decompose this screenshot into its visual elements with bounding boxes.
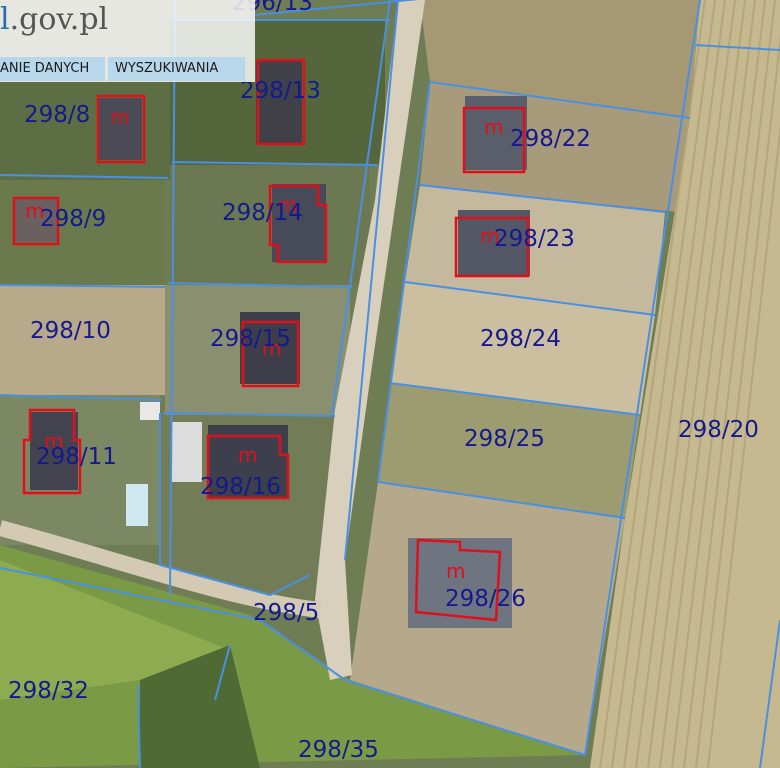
building-letter: m — [446, 559, 465, 583]
parcel-label-298-26[interactable]: 298/26 — [445, 586, 526, 612]
map-viewer[interactable]: m m m m m m m m m 296/13 298/13 298/8 29… — [0, 0, 780, 768]
parcel-label-298-23[interactable]: 298/23 — [494, 226, 575, 252]
parcel-label-298-11[interactable]: 298/11 — [36, 444, 117, 470]
parcel-label-298-15[interactable]: 298/15 — [210, 326, 291, 352]
parcel-label-298-22[interactable]: 298/22 — [510, 126, 591, 152]
building-letter: m — [238, 443, 257, 467]
parcel-label-298-5[interactable]: 298/5 — [253, 600, 319, 626]
building-letter: m — [484, 115, 503, 139]
portal-header: l.gov.pl ANIE DANYCH WYSZUKIWANIA — [0, 0, 255, 82]
parcel-label-298-35[interactable]: 298/35 — [298, 737, 379, 763]
parcel-label-298-24[interactable]: 298/24 — [480, 326, 561, 352]
parcel-label-298-20[interactable]: 298/20 — [678, 417, 759, 443]
tab-search[interactable]: WYSZUKIWANIA — [108, 57, 245, 81]
parcel-label-298-16[interactable]: 298/16 — [200, 474, 281, 500]
portal-logo[interactable]: l.gov.pl — [0, 2, 108, 37]
cadastral-map[interactable]: m m m m m m m m m 296/13 298/13 298/8 29… — [0, 0, 780, 768]
parcel-label-298-32[interactable]: 298/32 — [8, 678, 89, 704]
tab-data[interactable]: ANIE DANYCH — [0, 57, 105, 81]
logo-domain: .gov.pl — [9, 2, 109, 37]
parcel-label-298-9[interactable]: 298/9 — [40, 206, 106, 232]
building-letter: m — [110, 105, 129, 129]
logo-lead: l — [0, 2, 10, 37]
parcel-label-298-14[interactable]: 298/14 — [222, 200, 303, 226]
parcel-label-298-25[interactable]: 298/25 — [464, 426, 545, 452]
parcel-label-298-10[interactable]: 298/10 — [30, 318, 111, 344]
parcel-label-298-8[interactable]: 298/8 — [24, 102, 90, 128]
